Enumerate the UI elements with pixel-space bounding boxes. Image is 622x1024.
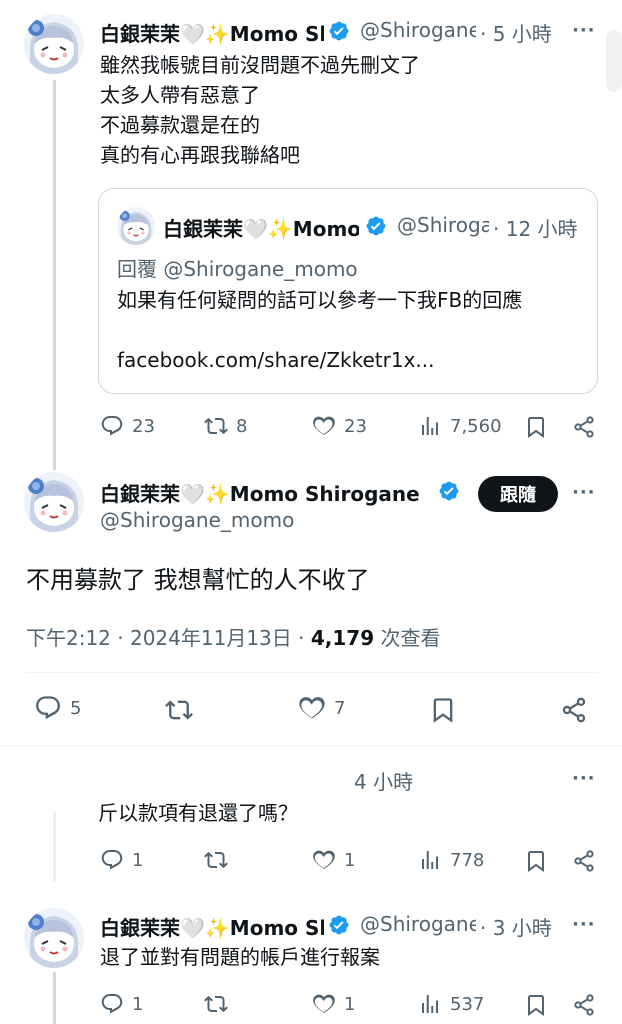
views-icon <box>418 992 442 1016</box>
reply-button[interactable]: 1 <box>100 992 143 1016</box>
like-button[interactable]: 23 <box>312 414 367 438</box>
display-name[interactable]: 白銀茉茉🤍✨Momo Shirogane <box>100 912 324 941</box>
like-count: 23 <box>344 415 367 437</box>
views-icon <box>418 848 442 872</box>
handle[interactable]: @Shirogane_momo <box>360 912 476 936</box>
views-button[interactable]: 537 <box>418 992 484 1016</box>
reply-count: 5 <box>70 697 82 719</box>
heart-icon <box>298 694 326 722</box>
verified-badge-icon <box>365 215 387 237</box>
quoted-tweet-card[interactable]: 白銀茉茉🤍✨Momo Shirogane @Shirogane_momo · 1… <box>98 188 598 394</box>
tweet-text-line: 真的有心再跟我聯絡吧 <box>100 143 300 167</box>
verified-badge-icon <box>438 480 460 502</box>
views-button[interactable]: 778 <box>418 848 484 872</box>
repost-icon[interactable] <box>204 992 228 1016</box>
more-options-icon[interactable]: ··· <box>572 914 596 935</box>
thread-line <box>53 972 56 1024</box>
share-icon[interactable] <box>572 849 596 873</box>
reply-icon <box>34 694 62 722</box>
views-label: 次查看 <box>374 626 441 650</box>
more-options-icon[interactable]: ··· <box>572 482 596 503</box>
avatar[interactable] <box>24 14 84 74</box>
follow-button[interactable]: 跟隨 <box>478 476 558 512</box>
reply-button[interactable]: 23 <box>100 414 155 438</box>
tweet-text-line: 不過募款還是在的 <box>100 113 260 137</box>
like-count: 1 <box>344 993 356 1015</box>
timestamp[interactable]: 4 小時 <box>354 766 413 795</box>
repost-icon <box>204 414 228 438</box>
bookmark-icon[interactable] <box>524 993 548 1017</box>
handle[interactable]: @Shirogane_momo <box>100 508 294 532</box>
tweet-text-line: 雖然我帳號目前沒問題不過先刪文了 <box>100 53 420 77</box>
bookmark-icon[interactable] <box>524 415 548 439</box>
quoted-timestamp: · 12 小時 <box>493 217 578 241</box>
divider <box>0 745 622 746</box>
display-name[interactable]: 白銀茉茉🤍✨Momo Shirogane <box>100 18 324 47</box>
view-count: 4,179 <box>310 626 375 650</box>
timestamp[interactable]: · 3 小時 <box>480 912 552 941</box>
timestamp[interactable]: · 5 小時 <box>480 18 552 47</box>
repost-icon[interactable] <box>204 848 228 872</box>
quoted-handle: @Shirogane_momo <box>397 213 489 237</box>
reply-icon <box>100 992 124 1016</box>
reply-icon <box>100 414 124 438</box>
verified-badge-icon <box>328 20 350 42</box>
views-button[interactable]: 7,560 <box>418 414 502 438</box>
reply-icon <box>100 848 124 872</box>
verified-badge-icon <box>328 914 350 936</box>
timestamp[interactable]: 下午2:12 · 2024年11月13日 · <box>26 626 311 650</box>
bookmark-icon[interactable] <box>524 849 548 873</box>
reply-count: 1 <box>132 849 144 871</box>
reply-button[interactable]: 5 <box>34 694 81 722</box>
scrollbar-thumb[interactable] <box>606 30 622 92</box>
reply-count: 1 <box>132 993 144 1015</box>
repost-button[interactable]: 8 <box>204 414 247 438</box>
like-button[interactable]: 1 <box>312 848 355 872</box>
view-count: 537 <box>450 993 485 1015</box>
share-icon[interactable] <box>560 696 588 724</box>
reply-count: 23 <box>132 415 155 437</box>
view-count: 7,560 <box>450 415 502 437</box>
reply-button[interactable]: 1 <box>100 848 143 872</box>
thread-line <box>53 812 56 882</box>
handle[interactable]: @Shirogane_momo <box>360 18 476 42</box>
repost-count: 8 <box>236 415 248 437</box>
heart-icon <box>312 414 336 438</box>
like-button[interactable]: 7 <box>298 694 345 722</box>
quoted-reply-to: 回覆 @Shirogane_momo <box>117 257 358 281</box>
heart-icon <box>312 848 336 872</box>
quoted-text: 如果有任何疑問的話可以參考一下我FB的回應 <box>117 288 523 312</box>
tweet-text: 斤以款項有退還了嗎？ <box>98 801 298 825</box>
repost-icon[interactable] <box>165 696 193 724</box>
heart-icon <box>312 992 336 1016</box>
thread-line <box>53 80 56 470</box>
share-icon[interactable] <box>572 993 596 1017</box>
avatar[interactable] <box>24 908 84 968</box>
more-options-icon[interactable]: ··· <box>572 20 596 41</box>
share-icon[interactable] <box>572 415 596 439</box>
like-count: 7 <box>334 697 346 719</box>
avatar[interactable] <box>24 472 84 532</box>
display-name[interactable]: 白銀茉茉🤍✨Momo Shirogane <box>100 478 420 507</box>
tweet-meta: 下午2:12 · 2024年11月13日 · 4,179 次查看 <box>26 622 440 651</box>
like-button[interactable]: 1 <box>312 992 355 1016</box>
more-options-icon[interactable]: ··· <box>572 768 596 789</box>
quoted-display-name: 白銀茉茉🤍✨Momo Shirogane <box>163 217 359 241</box>
avatar <box>117 207 155 245</box>
views-icon <box>418 414 442 438</box>
like-count: 1 <box>344 849 356 871</box>
tweet-text: 不用募款了 我想幫忙的人不收了 <box>26 566 370 594</box>
view-count: 778 <box>450 849 485 871</box>
tweet-text: 退了並對有問題的帳戶進行報案 <box>100 945 380 969</box>
tweet-text-line: 太多人帶有惡意了 <box>100 83 260 107</box>
quoted-link[interactable]: facebook.com/share/Zkketr1x... <box>117 345 435 375</box>
divider <box>26 672 598 673</box>
bookmark-icon[interactable] <box>429 696 457 724</box>
